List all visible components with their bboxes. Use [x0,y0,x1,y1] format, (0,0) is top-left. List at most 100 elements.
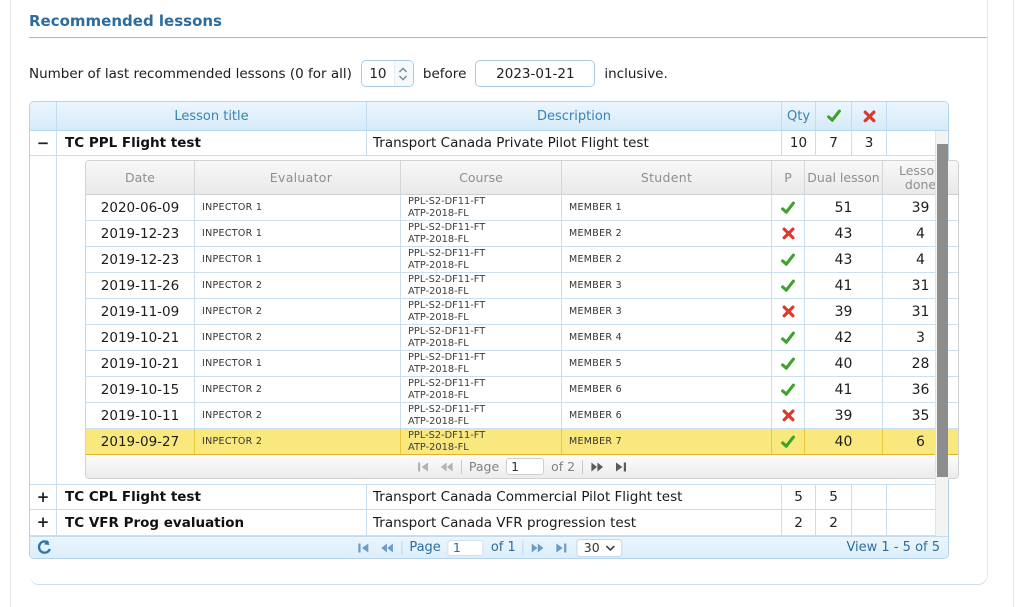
subgrid-row[interactable]: 2019-11-26 INPECTOR 2 PPL-S2-DF11-FTATP-… [86,273,958,299]
subgrid-row[interactable]: 2019-10-15 INPECTOR 2 PPL-S2-DF11-FTATP-… [86,377,958,403]
cell-pass-status [772,195,805,221]
subgrid-first-page-button[interactable] [415,459,431,475]
cell-date: 2019-10-21 [86,325,195,351]
cell-student: MEMBER 3 [562,273,772,299]
dual-lesson-column-header[interactable]: Dual lesson [805,161,883,194]
cell-dual-lesson: 39 [805,299,883,325]
grid-next-page-button[interactable] [531,540,547,556]
subgrid-page-input[interactable] [506,458,544,475]
next-page-icon [531,540,547,556]
cell-evaluator: INPECTOR 2 [195,403,401,429]
cell-pass-status [772,351,805,377]
expand-row-button[interactable]: + [30,485,57,510]
subgrid-last-page-button[interactable] [613,459,629,475]
filler-column-header [887,102,948,130]
cell-course: PPL-S2-DF11-FTATP-2018-FL [401,195,562,221]
spinner-down-icon[interactable] [398,75,408,81]
cell-student: MEMBER 1 [562,195,772,221]
qty-cell: 10 [782,131,816,156]
check-icon [780,278,796,294]
subgrid-row[interactable]: 2020-06-09 INPECTOR 1 PPL-S2-DF11-FTATP-… [86,195,958,221]
cell-student: MEMBER 2 [562,247,772,273]
lesson-row[interactable]: + TC VFR Prog evaluation Transport Canad… [30,510,948,536]
cell-pass-status [772,403,805,429]
lesson-row[interactable]: − TC PPL Flight test Transport Canada Pr… [30,131,948,156]
grid-page-input[interactable] [448,540,484,556]
lesson-title-column-header[interactable]: Lesson title [57,102,367,130]
description-column-header[interactable]: Description [367,102,782,130]
cell-date: 2019-12-23 [86,247,195,273]
cell-evaluator: INPECTOR 1 [195,195,401,221]
view-range-text: View 1 - 5 of 5 [846,540,940,555]
divider [461,460,462,474]
page-size-value: 30 [584,540,600,555]
cell-date: 2019-10-15 [86,377,195,403]
cell-student: MEMBER 2 [562,221,772,247]
pass-count-cell: 2 [816,510,852,536]
cell-evaluator: INPECTOR 1 [195,221,401,247]
cell-pass-status [772,429,805,455]
cell-evaluator: INPECTOR 2 [195,299,401,325]
subgrid-row[interactable]: 2019-11-09 INPECTOR 2 PPL-S2-DF11-FTATP-… [86,299,958,325]
student-column-header[interactable]: Student [562,161,772,194]
pass-column-header[interactable] [816,102,852,130]
subgrid-prev-page-button[interactable] [438,459,454,475]
lesson-count-spinner [361,60,414,87]
subgrid-row[interactable]: 2019-09-27 INPECTOR 2 PPL-S2-DF11-FTATP-… [86,428,958,455]
subgrid-row[interactable]: 2019-10-21 INPECTOR 1 PPL-S2-DF11-FTATP-… [86,351,958,377]
lesson-title-cell: TC CPL Flight test [57,485,367,510]
grid-first-page-button[interactable] [355,540,371,556]
cell-dual-lesson: 41 [805,273,883,299]
cell-evaluator: INPECTOR 1 [195,351,401,377]
cell-student: MEMBER 7 [562,429,772,455]
cell-evaluator: INPECTOR 2 [195,273,401,299]
grid-page-of: of 1 [491,540,516,555]
grid-header: Lesson title Description Qty [30,102,948,131]
course-column-header[interactable]: Course [401,161,562,194]
subgrid-row[interactable]: 2019-12-23 INPECTOR 1 PPL-S2-DF11-FTATP-… [86,221,958,247]
evaluator-column-header[interactable]: Evaluator [195,161,401,194]
cell-dual-lesson: 43 [805,221,883,247]
check-icon [780,330,796,346]
content-frame: Recommended lessons Number of last recom… [10,0,1014,607]
subgrid-next-page-button[interactable] [590,459,606,475]
collapse-row-button[interactable]: − [30,131,57,156]
cell-dual-lesson: 43 [805,247,883,273]
qty-column-header[interactable]: Qty [782,102,816,130]
p-column-header[interactable]: P [772,161,805,194]
lesson-row[interactable]: + TC CPL Flight test Transport Canada Co… [30,485,948,510]
fail-count-cell [852,485,887,510]
subgrid: Date Evaluator Course Student P Dual les… [85,160,959,479]
page-size-select[interactable]: 30 [577,539,623,557]
grid-page-label: Page [409,540,440,555]
subgrid-row[interactable]: 2019-10-11 INPECTOR 2 PPL-S2-DF11-FTATP-… [86,403,958,429]
scrollbar-thumb[interactable] [937,144,948,477]
description-cell: Transport Canada Private Pilot Flight te… [367,131,782,156]
recommended-lessons-panel: Recommended lessons Number of last recom… [29,0,988,585]
subgrid-container-row: Date Evaluator Course Student P Dual les… [30,156,948,485]
spinner-buttons[interactable] [394,61,413,86]
vertical-scrollbar[interactable] [935,131,948,536]
last-page-icon [554,540,570,556]
cross-icon [862,109,877,124]
plus-icon[interactable]: + [37,515,50,530]
cell-course: PPL-S2-DF11-FTATP-2018-FL [401,273,562,299]
subgrid-row[interactable]: 2019-10-21 INPECTOR 2 PPL-S2-DF11-FTATP-… [86,325,958,351]
lesson-count-input[interactable] [362,62,394,85]
expand-row-button[interactable]: + [30,510,57,536]
subgrid-pager: Page of 2 [86,455,958,478]
refresh-icon [36,539,53,556]
cross-icon [781,226,796,241]
refresh-button[interactable] [36,539,53,556]
cell-pass-status [772,247,805,273]
grid-prev-page-button[interactable] [378,540,394,556]
grid-last-page-button[interactable] [554,540,570,556]
before-label: before [423,66,466,82]
date-column-header[interactable]: Date [86,161,195,194]
date-input[interactable] [475,60,595,87]
subgrid-row[interactable]: 2019-12-23 INPECTOR 1 PPL-S2-DF11-FTATP-… [86,247,958,273]
fail-column-header[interactable] [852,102,887,130]
plus-icon[interactable]: + [37,490,50,505]
spinner-up-icon[interactable] [398,67,408,73]
minus-icon[interactable]: − [37,136,50,151]
